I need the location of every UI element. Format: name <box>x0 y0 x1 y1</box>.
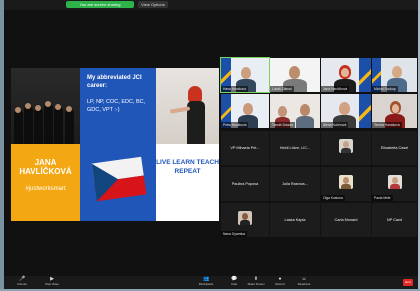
participant-name: Jana Havlíčková <box>321 86 350 92</box>
participant-name: Alena Kučerová <box>321 122 349 128</box>
czech-flag-photo <box>80 144 156 221</box>
name-tile[interactable]: Paulina Popova <box>221 167 269 201</box>
name-tile[interactable]: Laska Kapia <box>270 203 320 237</box>
video-tile[interactable]: Alena Kučerová <box>321 94 371 128</box>
avatar <box>339 139 353 153</box>
name-tile[interactable]: Heidi Lökre, LIC... <box>270 131 320 165</box>
avatar-tile[interactable]: Nana Gyamfua <box>221 203 269 237</box>
meeting-toolbar: 🎤 Unmute ▶ Stop Video 👥 Participants 💬 C… <box>4 276 418 289</box>
video-tile[interactable]: Michal Soukup <box>372 58 417 92</box>
team-photo <box>11 68 80 144</box>
avatar <box>339 175 353 189</box>
participant-name: VP Mihaela Pet... <box>230 146 260 150</box>
video-tile[interactable]: Petra Nováková <box>221 94 269 128</box>
avatar-tile[interactable] <box>321 131 371 165</box>
participants-button[interactable]: 👥 Participants <box>192 277 220 288</box>
name-tile[interactable]: VP Mihaela Pet... <box>221 131 269 165</box>
participant-name: Paulina Popova <box>231 182 259 186</box>
video-tile[interactable]: Lukáš Zlámal <box>270 58 320 92</box>
meeting-top-bar: You are screen sharing View Options <box>4 0 418 10</box>
participant-name: Tomáš Brázda <box>270 122 296 128</box>
stop-video-button[interactable]: ▶ Stop Video <box>38 277 66 288</box>
participant-name: Laska Kapia <box>284 218 306 222</box>
presenter-name: JANA HAVLÍČKOVÁ <box>19 158 72 176</box>
participant-name: Michal Soukup <box>372 86 398 92</box>
motto-panel: LIVE LEARN TEACH REPEAT <box>156 144 219 221</box>
video-tile[interactable]: Jana Havlíčková <box>321 58 371 92</box>
participant-name: Tereza Hanáková <box>372 122 402 128</box>
avatar-tile[interactable]: Paola Mele <box>372 167 417 201</box>
participant-name: Carla Monard <box>334 218 358 222</box>
name-tile[interactable]: Elisabetta Casel <box>372 131 417 165</box>
career-heading: My abbreviated JCI career: <box>87 75 142 89</box>
avatar <box>238 211 252 225</box>
career-list: LP, NP, COC, EDC, BC, GDC, VPT :-) <box>87 99 146 113</box>
participant-name: Petra Nováková <box>221 122 249 128</box>
career-panel: My abbreviated JCI career: LP, NP, COC, … <box>80 68 156 144</box>
name-tile[interactable]: Carla Monard <box>321 203 371 237</box>
participant-name: Elisabetta Casel <box>380 146 409 150</box>
participant-name: Hana Horáková <box>221 86 248 92</box>
unmute-button[interactable]: 🎤 Unmute <box>8 277 36 288</box>
participant-name: Julia Rasmus... <box>282 182 308 186</box>
czech-flag-icon <box>91 156 147 202</box>
video-tile[interactable]: Hana Horáková <box>220 57 270 93</box>
video-tile[interactable]: Tomáš Brázda <box>270 94 320 128</box>
participant-name: Heidi Lökre, LIC... <box>279 146 311 150</box>
reactions-button[interactable]: ☺ Reactions <box>290 277 318 288</box>
end-meeting-button[interactable]: End <box>403 279 413 286</box>
participant-name: Olga Kostova <box>321 195 345 201</box>
participant-name: Nana Gyamfua <box>221 231 248 237</box>
motto-text: LIVE LEARN TEACH REPEAT <box>156 159 219 175</box>
name-tile[interactable]: Julia Rasmus... <box>270 167 320 201</box>
participant-name: Lukáš Zlámal <box>270 86 294 92</box>
screen-sharing-indicator[interactable]: You are screen sharing <box>66 1 134 8</box>
zoom-meeting-window: You are screen sharing View Options JANA… <box>4 0 418 289</box>
participant-name: Paola Mele <box>372 195 393 201</box>
avatar-tile[interactable]: Olga Kostova <box>321 167 371 201</box>
name-panel: JANA HAVLÍČKOVÁ #justworksmart <box>11 144 80 221</box>
name-tile[interactable]: NP Carol <box>372 203 417 237</box>
avatar <box>387 175 402 189</box>
presenter-photo <box>156 68 219 144</box>
hashtag-text: #justworksmart <box>25 186 66 192</box>
view-options-button[interactable]: View Options <box>138 1 168 8</box>
participant-name: NP Carol <box>386 218 403 222</box>
shared-slide: JANA HAVLÍČKOVÁ #justworksmart My abbrev… <box>11 68 219 221</box>
video-tile[interactable]: Tereza Hanáková <box>372 94 417 128</box>
